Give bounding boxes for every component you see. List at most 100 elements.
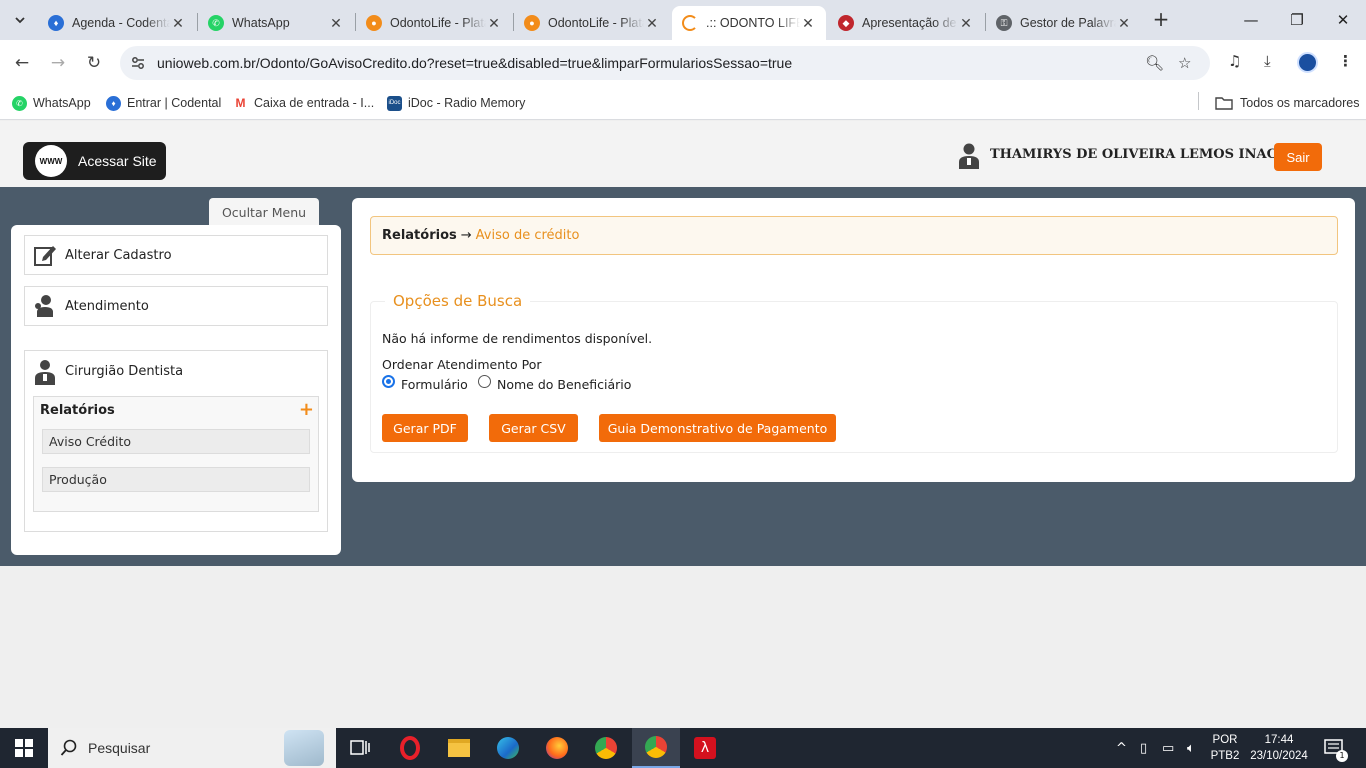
sidebar-item-alterar-cadastro[interactable]: Alterar Cadastro	[24, 235, 328, 275]
sidebar-menu: Alterar Cadastro Atendimento Cirurgião D…	[11, 225, 341, 555]
browser-toolbar: ← → ↻ unioweb.com.br/Odonto/GoAvisoCredi…	[0, 40, 1366, 86]
url-text[interactable]: unioweb.com.br/Odonto/GoAvisoCredito.do?…	[157, 55, 792, 71]
notifications-icon[interactable]: 1	[1324, 728, 1348, 768]
radio-nome-beneficiario[interactable]	[478, 375, 491, 388]
tray-chevron-up-icon[interactable]: ^	[1116, 728, 1127, 768]
expand-plus-icon[interactable]: +	[299, 399, 314, 420]
all-bookmarks[interactable]: Todos os marcadores	[1215, 93, 1360, 113]
address-bar[interactable]: unioweb.com.br/Odonto/GoAvisoCredito.do?…	[120, 46, 1210, 80]
input-language[interactable]: POR PTB2	[1208, 732, 1242, 764]
bookmark-idoc[interactable]: iDoc iDoc - Radio Memory	[387, 93, 525, 113]
idoc-icon: iDoc	[387, 95, 402, 111]
tab-title: Gestor de Palavras	[1020, 16, 1116, 30]
new-tab-icon[interactable]: +	[1150, 8, 1172, 32]
close-tab-icon[interactable]: ✕	[1116, 15, 1132, 32]
submenu-item-producao[interactable]: Produção	[42, 467, 310, 492]
edit-icon	[33, 243, 57, 267]
task-view-icon[interactable]	[336, 728, 384, 768]
payment-statement-button[interactable]: Guia Demonstrativo de Pagamento	[599, 414, 836, 442]
menu-dots-icon[interactable]: ⋮	[1338, 52, 1353, 70]
access-site-button[interactable]: WWW Acessar Site	[23, 142, 166, 180]
submenu-item-aviso-credito[interactable]: Aviso Crédito	[42, 429, 310, 454]
windows-start-icon[interactable]	[0, 728, 48, 768]
clock-date: 23/10/2024	[1250, 750, 1308, 762]
clock[interactable]: 17:44 23/10/2024	[1248, 732, 1310, 764]
restore-icon[interactable]: ❐	[1274, 0, 1320, 40]
www-globe-icon: WWW	[35, 145, 67, 177]
close-tab-icon[interactable]: ✕	[958, 15, 974, 32]
clock-time: 17:44	[1264, 734, 1294, 746]
logout-button[interactable]: Sair	[1274, 143, 1322, 171]
hide-menu-tab[interactable]: Ocultar Menu	[209, 198, 319, 226]
fieldset-legend: Opções de Busca	[385, 292, 531, 310]
tab-gestor-palavras[interactable]: ⚿ Gestor de Palavras ✕	[986, 6, 1142, 40]
bookmark-codental[interactable]: ♦ Entrar | Codental	[106, 93, 221, 113]
tab-apresentacao[interactable]: ◆ Apresentação de ✕	[828, 6, 984, 40]
tab-odontolife-1[interactable]: ● OdontoLife - Plataforma ✕	[356, 6, 512, 40]
submenu-title: Relatórios	[40, 403, 115, 418]
firefox-icon[interactable]	[533, 728, 581, 768]
close-tab-icon[interactable]: ✕	[170, 15, 186, 32]
minimize-icon[interactable]: —	[1228, 0, 1274, 40]
chrome-icon[interactable]	[582, 728, 630, 768]
reload-icon[interactable]: ↻	[81, 50, 107, 76]
page-footer-area	[0, 566, 1366, 728]
network-icon[interactable]: ▭	[1162, 728, 1174, 768]
sidebar-item-label: Alterar Cadastro	[65, 247, 172, 263]
no-income-message: Não há informe de rendimentos disponível…	[382, 331, 653, 346]
presentation-icon: ◆	[838, 15, 854, 31]
breadcrumb-parent[interactable]: Relatórios	[382, 228, 457, 243]
bookmark-whatsapp[interactable]: ✆ WhatsApp	[12, 93, 91, 113]
tab-odontolife-2[interactable]: ● OdontoLife - Plataforma ✕	[514, 6, 670, 40]
sidebar-item-cirurgiao-dentista[interactable]: Cirurgião Dentista	[25, 351, 327, 391]
sidebar-item-atendimento[interactable]: Atendimento	[24, 286, 328, 326]
file-explorer-icon[interactable]	[435, 728, 483, 768]
generate-csv-button[interactable]: Gerar CSV	[489, 414, 578, 442]
close-tab-icon[interactable]: ✕	[486, 15, 502, 32]
opera-icon[interactable]	[386, 728, 434, 768]
generate-pdf-button[interactable]: Gerar PDF	[382, 414, 468, 442]
close-window-icon[interactable]: ✕	[1320, 0, 1366, 40]
tab-search-button[interactable]	[8, 8, 32, 32]
site-settings-icon[interactable]	[130, 55, 146, 71]
tab-odonto-life-active[interactable]: .:: ODONTO LIFE ✕	[672, 6, 826, 40]
windows-taskbar: Pesquisar λ ^ ▯ ▭ 🔈︎ POR PTB2 17:44 23/1…	[0, 728, 1366, 768]
profile-avatar[interactable]	[1297, 52, 1318, 73]
bookmark-label: Todos os marcadores	[1240, 96, 1360, 110]
search-options-fieldset: Opções de Busca Não há informe de rendim…	[370, 292, 1338, 453]
forward-arrow-icon[interactable]: →	[45, 50, 71, 76]
dentist-icon	[33, 359, 57, 385]
web-page: WWW Acessar Site THAMIRYS DE OLIVEIRA LE…	[0, 121, 1366, 728]
acrobat-icon[interactable]: λ	[681, 728, 729, 768]
sidebar-item-label: Cirurgião Dentista	[65, 363, 184, 379]
download-icon[interactable]: ⤓	[1264, 52, 1271, 70]
tab-strip: ♦ Agenda - Codental ✕ ✆ WhatsApp ✕ ● Odo…	[0, 0, 1366, 40]
user-icon	[959, 143, 979, 169]
taskbar-search[interactable]: Pesquisar	[48, 728, 336, 768]
close-tab-icon[interactable]: ✕	[644, 15, 660, 32]
zoom-icon[interactable]: 🔍︎	[1145, 54, 1164, 72]
volume-icon[interactable]: 🔈︎	[1187, 728, 1195, 768]
tab-agenda-codental[interactable]: ♦ Agenda - Codental ✕	[38, 6, 196, 40]
radio-nome-beneficiario-label: Nome do Beneficiário	[497, 377, 632, 392]
battery-icon[interactable]: ▯	[1140, 728, 1147, 768]
edge-icon[interactable]	[484, 728, 532, 768]
media-controls-icon[interactable]: ♫	[1228, 52, 1241, 70]
folder-icon	[1215, 97, 1233, 110]
close-tab-icon[interactable]: ✕	[800, 15, 816, 32]
radio-formulario-label: Formulário	[401, 377, 468, 392]
radio-formulario[interactable]	[382, 375, 395, 388]
content-area: Ocultar Menu Alterar Cadastro Atendiment…	[0, 187, 1366, 566]
bookmark-gmail[interactable]: M Caixa de entrada - I...	[233, 93, 374, 113]
key-icon: ⚿	[996, 15, 1012, 31]
back-arrow-icon[interactable]: ←	[9, 50, 35, 76]
order-by-label: Ordenar Atendimento Por	[382, 357, 542, 372]
tab-whatsapp[interactable]: ✆ WhatsApp ✕	[198, 6, 354, 40]
chrome-profile-icon[interactable]	[632, 728, 680, 768]
language-code: POR	[1212, 734, 1238, 746]
close-tab-icon[interactable]: ✕	[328, 15, 344, 32]
bookmark-star-icon[interactable]: ☆	[1178, 54, 1191, 72]
sidebar-item-label: Atendimento	[65, 298, 149, 314]
gmail-icon: M	[233, 95, 248, 111]
codental-tooth-icon: ♦	[106, 95, 121, 111]
